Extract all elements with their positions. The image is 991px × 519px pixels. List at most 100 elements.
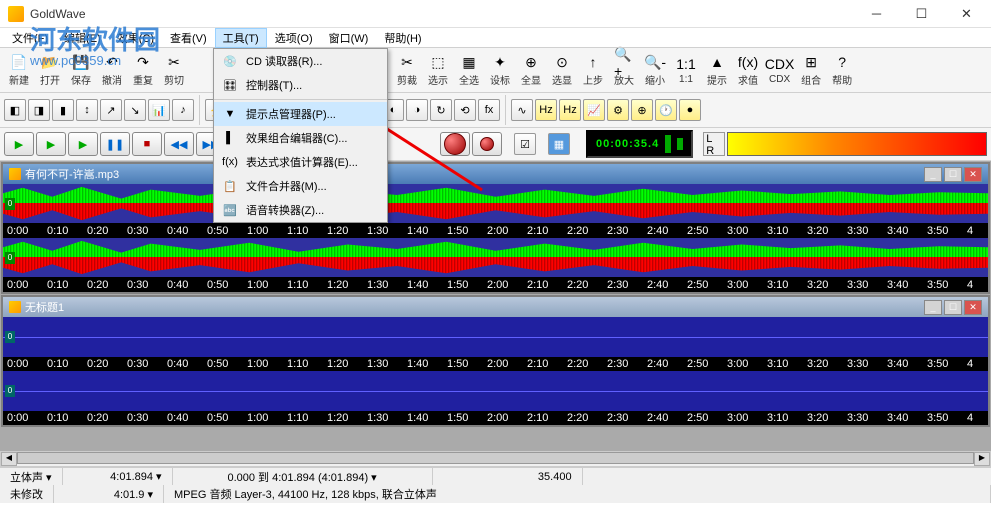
wave-body-2[interactable]: 0 0:000:100:200:300:400:501:001:101:201:… <box>3 317 988 425</box>
close-button[interactable]: ✕ <box>944 0 989 28</box>
toolbar-btn-设标[interactable]: ✦设标 <box>485 50 515 90</box>
toolbar-btn-剪裁[interactable]: ✂剪裁 <box>392 50 422 90</box>
dropdown-item-0[interactable]: 💿CD 读取器(R)... <box>214 49 387 73</box>
toolbar-btn-重复[interactable]: ↷重复 <box>128 50 158 90</box>
view-btn[interactable]: ▦ <box>548 133 570 155</box>
horizontal-scrollbar[interactable]: ◀ ▶ <box>0 451 991 467</box>
rewind-button[interactable]: ◀◀ <box>164 132 194 156</box>
toolbar-btn-求值[interactable]: f(x)求值 <box>733 50 763 90</box>
pause-button[interactable]: ❚❚ <box>100 132 130 156</box>
toolbar-btn-撤消[interactable]: ↶撤消 <box>97 50 127 90</box>
fx-btn-5[interactable]: ↘ <box>124 99 146 121</box>
toolbar-btn-上步[interactable]: ↑上步 <box>578 50 608 90</box>
fx-btn-6[interactable]: 📊 <box>148 99 170 121</box>
status-range[interactable]: 0.000 到 4:01.894 (4:01.894) ▾ <box>173 468 433 485</box>
toolbar-btn-组合[interactable]: ⊞组合 <box>796 50 826 90</box>
fx-btn-25[interactable]: ⊕ <box>631 99 653 121</box>
toolbar-btn-1:1[interactable]: 1:11:1 <box>671 52 701 88</box>
fx-btn-23[interactable]: 📈 <box>583 99 605 121</box>
scroll-right-btn[interactable]: ▶ <box>974 452 990 466</box>
dropdown-item-3[interactable]: ▌效果组合编辑器(C)... <box>214 126 387 150</box>
dropdown-item-2[interactable]: ▼提示点管理器(P)... <box>214 102 387 126</box>
fx-btn-16[interactable]: ◑ <box>406 99 428 121</box>
wave-min-btn[interactable]: _ <box>924 167 942 182</box>
menubar: 文件(F) 编辑(E) 效果(C) 查看(V) 工具(T) 选项(O) 窗口(W… <box>0 28 991 48</box>
menu-effect[interactable]: 效果(C) <box>109 28 162 48</box>
fx-btn-19[interactable]: fx <box>478 99 500 121</box>
wave-body-1[interactable]: 0 0:000:100:200:300:400:501:001:101:201:… <box>3 184 988 292</box>
scroll-left-btn[interactable]: ◀ <box>1 452 17 466</box>
fx-btn-2[interactable]: ▮ <box>52 99 74 121</box>
time-display: 00:00:35.4 <box>586 130 693 158</box>
app-title: GoldWave <box>30 7 854 21</box>
menu-window[interactable]: 窗口(W) <box>321 28 377 48</box>
fx-btn-20[interactable]: ∿ <box>511 99 533 121</box>
status-position: 35.400 <box>433 468 583 485</box>
menu-tool[interactable]: 工具(T) <box>215 28 267 48</box>
fx-btn-27[interactable]: ● <box>679 99 701 121</box>
fx-btn-22[interactable]: Hz <box>559 99 581 121</box>
toolbar-btn-帮助[interactable]: ?帮助 <box>827 50 857 90</box>
minimize-button[interactable]: ─ <box>854 0 899 28</box>
fx-btn-24[interactable]: ⚙ <box>607 99 629 121</box>
wave-close-btn[interactable]: ✕ <box>964 300 982 315</box>
fx-btn-21[interactable]: Hz <box>535 99 557 121</box>
fx-btn-26[interactable]: 🕐 <box>655 99 677 121</box>
ruler: 0:000:100:200:300:400:501:001:101:201:30… <box>3 357 988 371</box>
dropdown-item-6[interactable]: 🔤语音转换器(Z)... <box>214 198 387 222</box>
menu-view[interactable]: 查看(V) <box>162 28 215 48</box>
dropdown-item-4[interactable]: f(x)表达式求值计算器(E)... <box>214 150 387 174</box>
toolbar-btn-新建[interactable]: 📄新建 <box>4 50 34 90</box>
settings-btn[interactable]: ☑ <box>514 133 536 155</box>
toolbar-btn-缩小[interactable]: 🔍-缩小 <box>640 50 670 90</box>
level-meter <box>727 132 987 156</box>
toolbar-btn-CDX[interactable]: CDXCDX <box>764 52 795 88</box>
fx-btn-4[interactable]: ↗ <box>100 99 122 121</box>
toolbar-btn-放大[interactable]: 🔍+放大 <box>609 50 639 90</box>
dropdown-item-5[interactable]: 📋文件合并器(M)... <box>214 174 387 198</box>
statusbar-1: 立体声 ▾ 4:01.894 ▾ 0.000 到 4:01.894 (4:01.… <box>0 467 991 485</box>
menu-edit[interactable]: 编辑(E) <box>56 28 109 48</box>
dropdown-item-1[interactable]: 🎛控制器(T)... <box>214 73 387 97</box>
toolbar-btn-剪切[interactable]: ✂剪切 <box>159 50 189 90</box>
toolbar-btn-打开[interactable]: 📂打开 <box>35 50 65 90</box>
statusbar-2: 未修改 4:01.9 ▾ MPEG 音频 Layer-3, 44100 Hz, … <box>0 485 991 503</box>
toolbar-btn-选示[interactable]: ⬚选示 <box>423 50 453 90</box>
wave-filename-2: 无标题1 <box>25 299 64 315</box>
status-length[interactable]: 4:01.894 ▾ <box>63 468 173 485</box>
toolbar-btn-全选[interactable]: ▦全选 <box>454 50 484 90</box>
status-channels[interactable]: 立体声 ▾ <box>0 468 63 485</box>
app-icon <box>8 6 24 22</box>
wave-max-btn[interactable]: ☐ <box>944 167 962 182</box>
fx-btn-17[interactable]: ↻ <box>430 99 452 121</box>
tools-dropdown: 💿CD 读取器(R)...🎛控制器(T)... ▼提示点管理器(P)...▌效果组… <box>213 48 388 223</box>
ruler: 0:000:100:200:300:400:501:001:101:201:30… <box>3 411 988 425</box>
play-button[interactable]: ▶ <box>4 132 34 156</box>
wave-close-btn[interactable]: ✕ <box>964 167 982 182</box>
wave-max-btn[interactable]: ☐ <box>944 300 962 315</box>
stop-button[interactable]: ■ <box>132 132 162 156</box>
fx-btn-0[interactable]: ◧ <box>4 99 26 121</box>
play-loop-button[interactable]: ▶ <box>68 132 98 156</box>
fx-btn-1[interactable]: ◨ <box>28 99 50 121</box>
wave-title-1[interactable]: 有何不可-许嵩.mp3 _ ☐ ✕ <box>3 164 988 184</box>
menu-option[interactable]: 选项(O) <box>267 28 321 48</box>
fx-btn-18[interactable]: ⟲ <box>454 99 476 121</box>
rec-button[interactable] <box>440 132 470 156</box>
toolbar-btn-保存[interactable]: 💾保存 <box>66 50 96 90</box>
toolbar-btn-选显[interactable]: ⊙选显 <box>547 50 577 90</box>
status-length2[interactable]: 4:01.9 ▾ <box>54 485 164 503</box>
menu-help[interactable]: 帮助(H) <box>376 28 429 48</box>
maximize-button[interactable]: ☐ <box>899 0 944 28</box>
menu-file[interactable]: 文件(F) <box>4 28 56 48</box>
fx-btn-3[interactable]: ↕ <box>76 99 98 121</box>
wave-icon <box>9 301 21 313</box>
main-toolbar: 📄新建📂打开💾保存↶撤消↷重复✂剪切🗑删除✂剪裁⬚选示▦全选✦设标⊕全显⊙选显↑… <box>0 48 991 93</box>
toolbar-btn-提示[interactable]: ▲提示 <box>702 50 732 90</box>
rec-small-button[interactable] <box>472 132 502 156</box>
fx-btn-7[interactable]: ♪ <box>172 99 194 121</box>
play-sel-button[interactable]: ▶ <box>36 132 66 156</box>
toolbar-btn-全显[interactable]: ⊕全显 <box>516 50 546 90</box>
wave-min-btn[interactable]: _ <box>924 300 942 315</box>
wave-title-2[interactable]: 无标题1 _ ☐ ✕ <box>3 297 988 317</box>
